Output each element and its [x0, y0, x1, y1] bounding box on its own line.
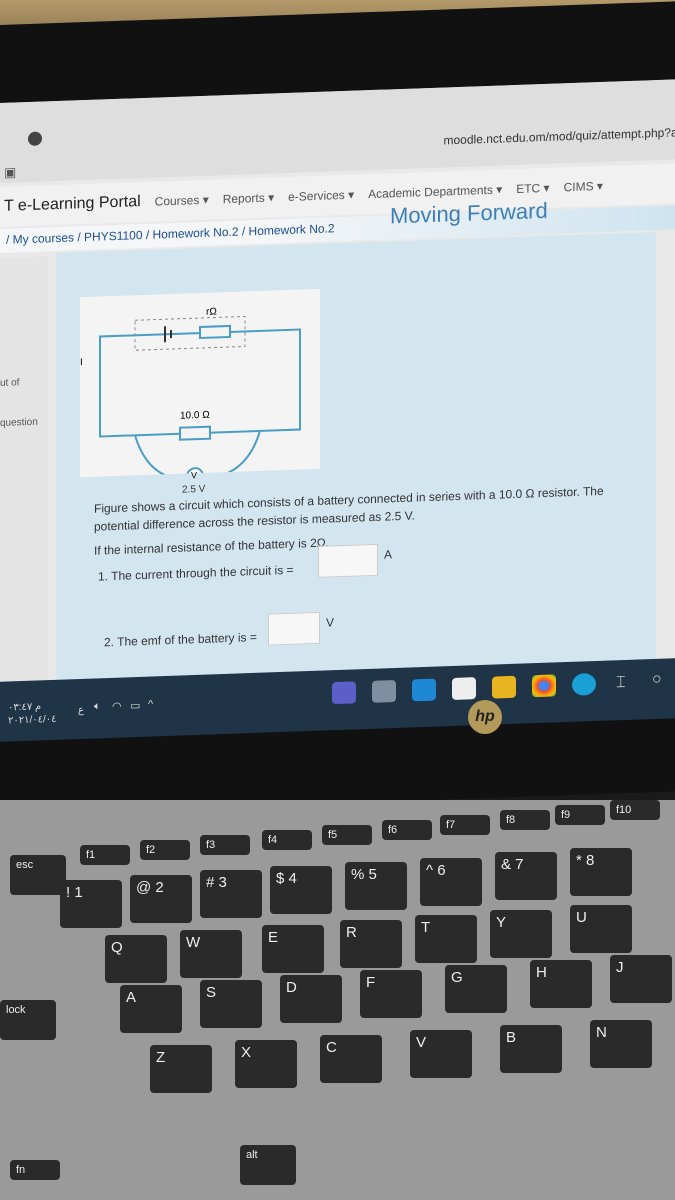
current-answer-input[interactable] [318, 543, 378, 578]
key-f8[interactable]: f8 [500, 810, 550, 830]
key-#-3[interactable]: # 3 [200, 870, 262, 918]
question-2-label: 2. The emf of the battery is = [104, 630, 257, 650]
site-brand[interactable]: T e-Learning Portal [4, 193, 141, 216]
key-j[interactable]: J [610, 955, 672, 1003]
profile-icon[interactable] [28, 131, 42, 147]
key-d[interactable]: D [280, 975, 342, 1023]
language-indicator[interactable]: ع [78, 705, 84, 716]
circuit-diagram [99, 315, 301, 486]
volume-icon[interactable]: 🔈︎ [94, 700, 101, 713]
task-view-icon[interactable]: ⌶ [616, 674, 626, 692]
cortana-icon[interactable]: ○ [652, 671, 662, 689]
key-f9[interactable]: f9 [555, 805, 605, 825]
key-h[interactable]: H [530, 960, 592, 1008]
key-e[interactable]: E [262, 925, 324, 973]
edge-icon[interactable] [572, 672, 596, 696]
store-icon[interactable] [452, 677, 476, 701]
wifi-icon[interactable]: ◠ [112, 700, 122, 713]
key-@-2[interactable]: @ 2 [130, 875, 192, 923]
key-a[interactable]: A [120, 985, 182, 1033]
file-explorer-icon[interactable] [492, 675, 516, 699]
address-bar[interactable]: moodle.nct.edu.om/mod/quiz/attempt.php?a… [444, 125, 675, 147]
key-w[interactable]: W [180, 930, 242, 978]
key-r[interactable]: R [340, 920, 402, 968]
key-fn[interactable]: fn [10, 1160, 60, 1180]
hp-logo: hp [468, 700, 502, 734]
key-f6[interactable]: f6 [382, 820, 432, 840]
camera-icon[interactable] [372, 679, 396, 703]
key-t[interactable]: T [415, 915, 477, 963]
key-f2[interactable]: f2 [140, 840, 190, 860]
key-f7[interactable]: f7 [440, 815, 490, 835]
nav-e-services[interactable]: e-Services ▾ [288, 188, 354, 204]
nav-academic-departments[interactable]: Academic Departments ▾ [368, 182, 502, 201]
system-tray: م ٠٣:٤٧ ٢٠٢١/٠٤/٠٤ [8, 700, 57, 728]
key-f3[interactable]: f3 [200, 835, 250, 855]
question-2-unit: V [326, 615, 335, 630]
key-n[interactable]: N [590, 1020, 652, 1068]
key-lock[interactable]: lock [0, 1000, 56, 1040]
resistor-label: 10.0 Ω [180, 409, 210, 422]
voltmeter-symbol: V [191, 470, 198, 481]
nav-etc[interactable]: ETC ▾ [516, 181, 549, 196]
chevron-up-icon[interactable]: ^ [148, 698, 153, 710]
question-1-label: 1. The current through the circuit is = [98, 562, 294, 584]
key-^-6[interactable]: ^ 6 [420, 858, 482, 906]
sidebar-item: ut of [0, 377, 20, 389]
battery-icon[interactable]: ▭ [130, 699, 140, 712]
key-g[interactable]: G [445, 965, 507, 1013]
question-panel: rΩ 10.0 Ω V I 2.5 V Figure shows a circu… [56, 232, 656, 694]
key-s[interactable]: S [200, 980, 262, 1028]
internal-resistance-label: rΩ [206, 306, 217, 318]
voltmeter-reading: 2.5 V [182, 483, 206, 496]
key-*-8[interactable]: * 8 [570, 848, 632, 896]
key-f[interactable]: F [360, 970, 422, 1018]
quiz-sidebar: ut of question [0, 256, 48, 716]
key-b[interactable]: B [500, 1025, 562, 1073]
key-f10[interactable]: f10 [610, 800, 660, 820]
current-label: I [80, 357, 83, 369]
key-%-5[interactable]: % 5 [345, 862, 407, 910]
key-f5[interactable]: f5 [322, 825, 372, 845]
key-x[interactable]: X [235, 1040, 297, 1088]
nav-courses[interactable]: Courses ▾ [155, 193, 209, 209]
clock-date[interactable]: ٢٠٢١/٠٤/٠٤ [8, 713, 57, 728]
key-$-4[interactable]: $ 4 [270, 866, 332, 914]
teams-icon[interactable] [332, 681, 356, 705]
tab-icon[interactable]: ▣ [4, 164, 16, 180]
emf-answer-input[interactable] [268, 611, 320, 646]
key-!-1[interactable]: ! 1 [60, 880, 122, 928]
mail-icon[interactable] [412, 678, 436, 702]
nav-cims[interactable]: CIMS ▾ [564, 179, 603, 194]
key-q[interactable]: Q [105, 935, 167, 983]
question-1-unit: A [384, 547, 393, 562]
key-z[interactable]: Z [150, 1045, 212, 1093]
screen: ▣ moodle.nct.edu.om/mod/quiz/attempt.php… [0, 79, 675, 716]
key-alt[interactable]: alt [240, 1145, 296, 1185]
key-f4[interactable]: f4 [262, 830, 312, 850]
circuit-figure: rΩ 10.0 Ω V I [80, 288, 320, 486]
sidebar-item: question [0, 416, 38, 429]
key-esc[interactable]: esc [10, 855, 66, 895]
key-v[interactable]: V [410, 1030, 472, 1078]
banner-text: Moving Forward [390, 197, 548, 229]
key-&-7[interactable]: & 7 [495, 852, 557, 900]
chrome-icon[interactable] [532, 674, 556, 698]
question-text: If the internal resistance of the batter… [94, 535, 330, 558]
nav-reports[interactable]: Reports ▾ [223, 190, 274, 206]
key-f1[interactable]: f1 [80, 845, 130, 865]
key-u[interactable]: U [570, 905, 632, 953]
key-y[interactable]: Y [490, 910, 552, 958]
key-c[interactable]: C [320, 1035, 382, 1083]
